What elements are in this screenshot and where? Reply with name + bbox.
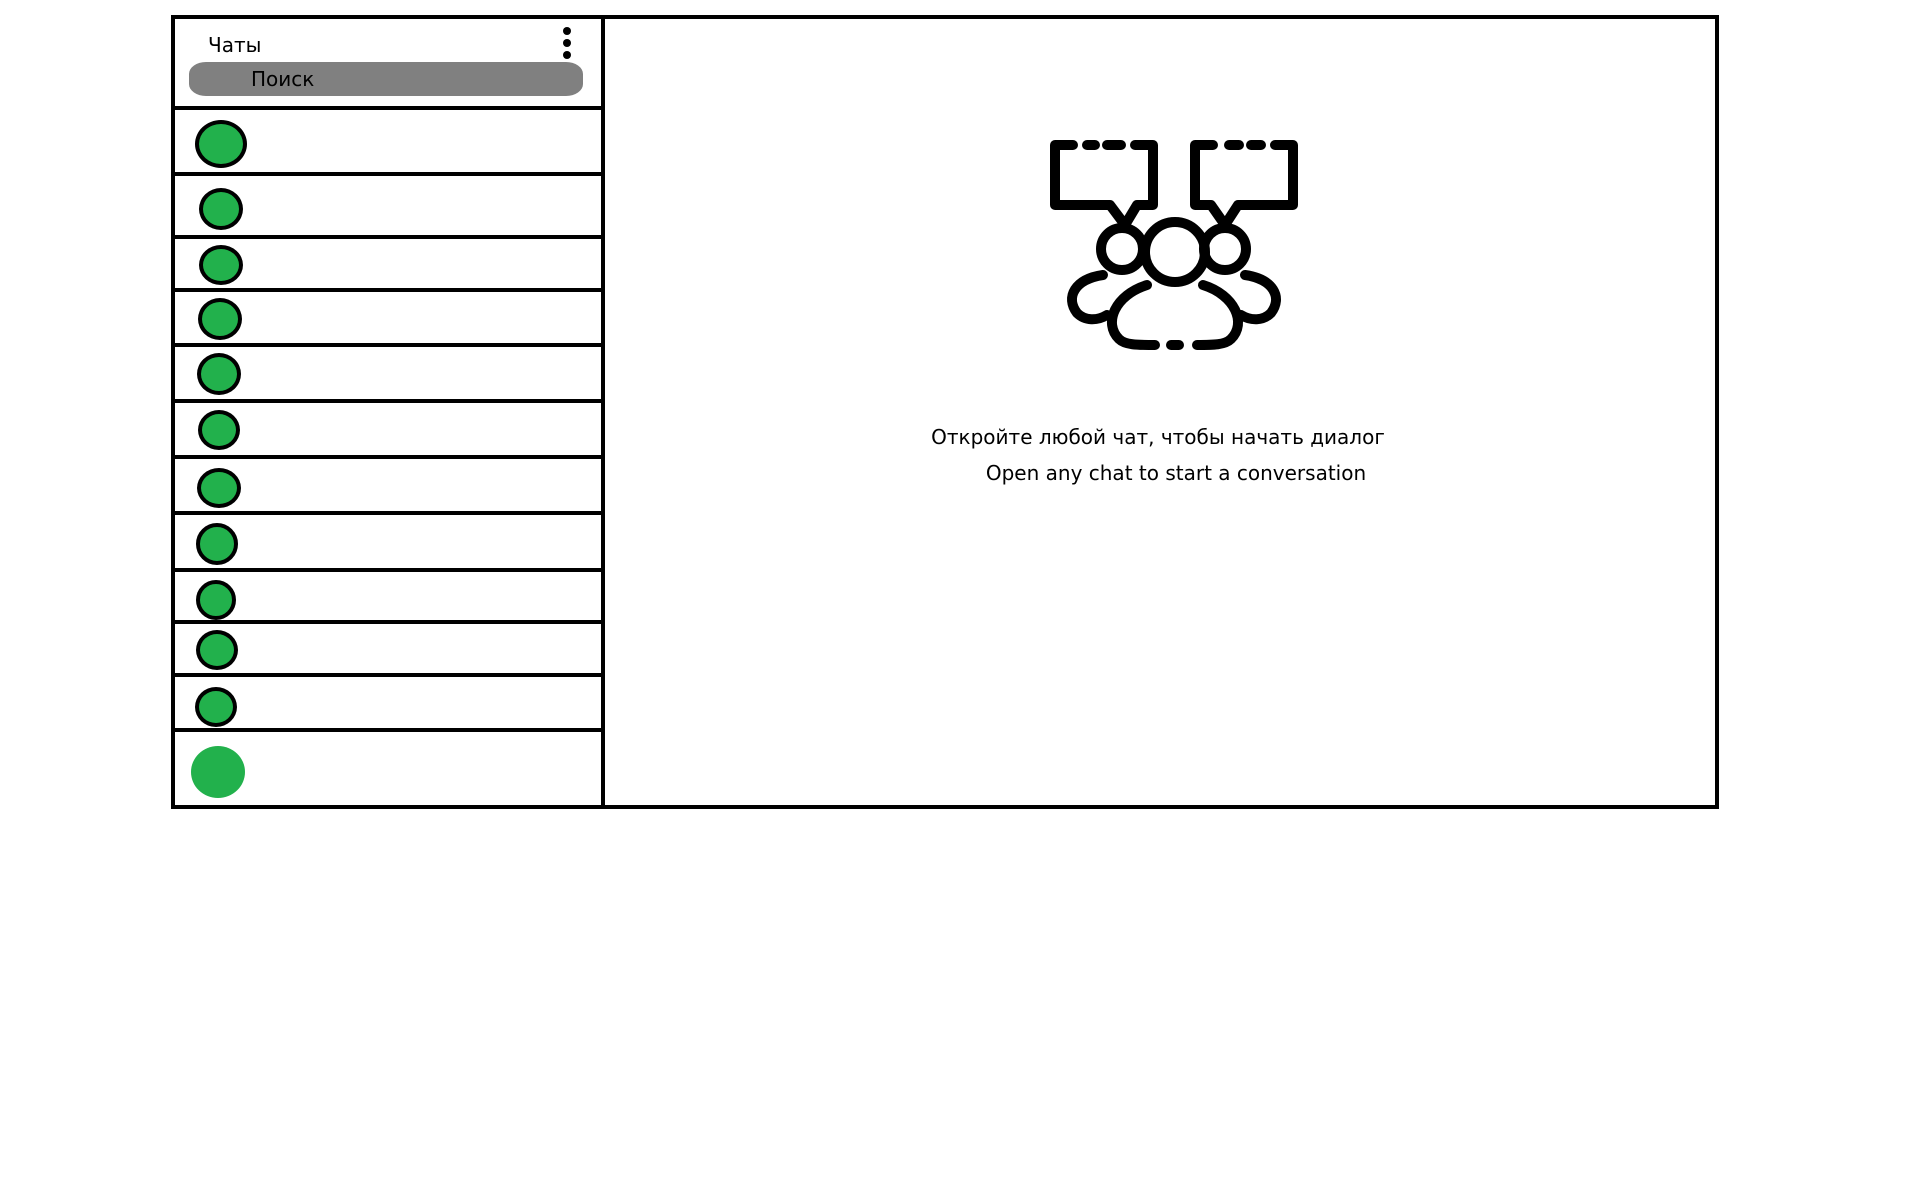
chat-list-item[interactable] bbox=[175, 239, 601, 292]
center-person-head bbox=[1140, 217, 1210, 287]
avatar bbox=[198, 298, 242, 340]
chat-sidebar: Чаты Поиск bbox=[175, 19, 605, 805]
left-person-head bbox=[1096, 223, 1148, 275]
right-speech-bubble bbox=[1190, 140, 1298, 230]
group-chat-icon bbox=[1050, 140, 1298, 350]
chat-list-item[interactable] bbox=[175, 110, 601, 176]
menu-dot bbox=[563, 39, 571, 47]
center-person-body-left bbox=[1106, 280, 1160, 350]
sidebar-header: Чаты Поиск bbox=[175, 19, 601, 110]
chat-list-item[interactable] bbox=[175, 403, 601, 459]
chat-list-item[interactable] bbox=[175, 624, 601, 677]
messenger-window: Чаты Поиск Откройте любой чат, чтобы нач… bbox=[171, 15, 1719, 809]
avatar bbox=[196, 630, 238, 670]
search-placeholder: Поиск bbox=[251, 67, 315, 91]
avatar bbox=[191, 746, 245, 798]
avatar bbox=[197, 353, 241, 395]
left-speech-bubble bbox=[1050, 140, 1158, 230]
sidebar-title: Чаты bbox=[208, 33, 262, 57]
chat-list bbox=[175, 110, 601, 805]
empty-state-message-en: Open any chat to start a conversation bbox=[985, 461, 1367, 485]
chat-list-item[interactable] bbox=[175, 176, 601, 239]
avatar bbox=[195, 687, 237, 727]
search-input[interactable]: Поиск bbox=[189, 62, 583, 96]
menu-dot bbox=[563, 27, 571, 35]
avatar bbox=[195, 120, 247, 168]
avatar bbox=[199, 188, 243, 230]
avatar bbox=[197, 468, 241, 508]
empty-state-message-ru: Откройте любой чат, чтобы начать диалог bbox=[931, 425, 1385, 449]
chat-list-item[interactable] bbox=[175, 292, 601, 347]
more-vertical-icon[interactable] bbox=[556, 27, 578, 61]
chat-list-item[interactable] bbox=[175, 515, 601, 572]
chat-list-item[interactable] bbox=[175, 677, 601, 732]
left-person-body bbox=[1067, 270, 1112, 325]
avatar bbox=[196, 523, 238, 565]
chat-list-item[interactable] bbox=[175, 347, 601, 403]
avatar bbox=[198, 410, 240, 450]
right-person-body bbox=[1236, 270, 1281, 325]
chat-list-item[interactable] bbox=[175, 572, 601, 624]
chat-list-item[interactable] bbox=[175, 732, 601, 805]
center-person-body-right bbox=[1192, 280, 1244, 350]
right-person-head bbox=[1199, 223, 1251, 275]
menu-dot bbox=[563, 51, 571, 59]
avatar bbox=[196, 580, 236, 620]
conversation-panel: Откройте любой чат, чтобы начать диалог … bbox=[605, 19, 1715, 805]
avatar bbox=[199, 245, 243, 285]
chat-list-item[interactable] bbox=[175, 459, 601, 515]
